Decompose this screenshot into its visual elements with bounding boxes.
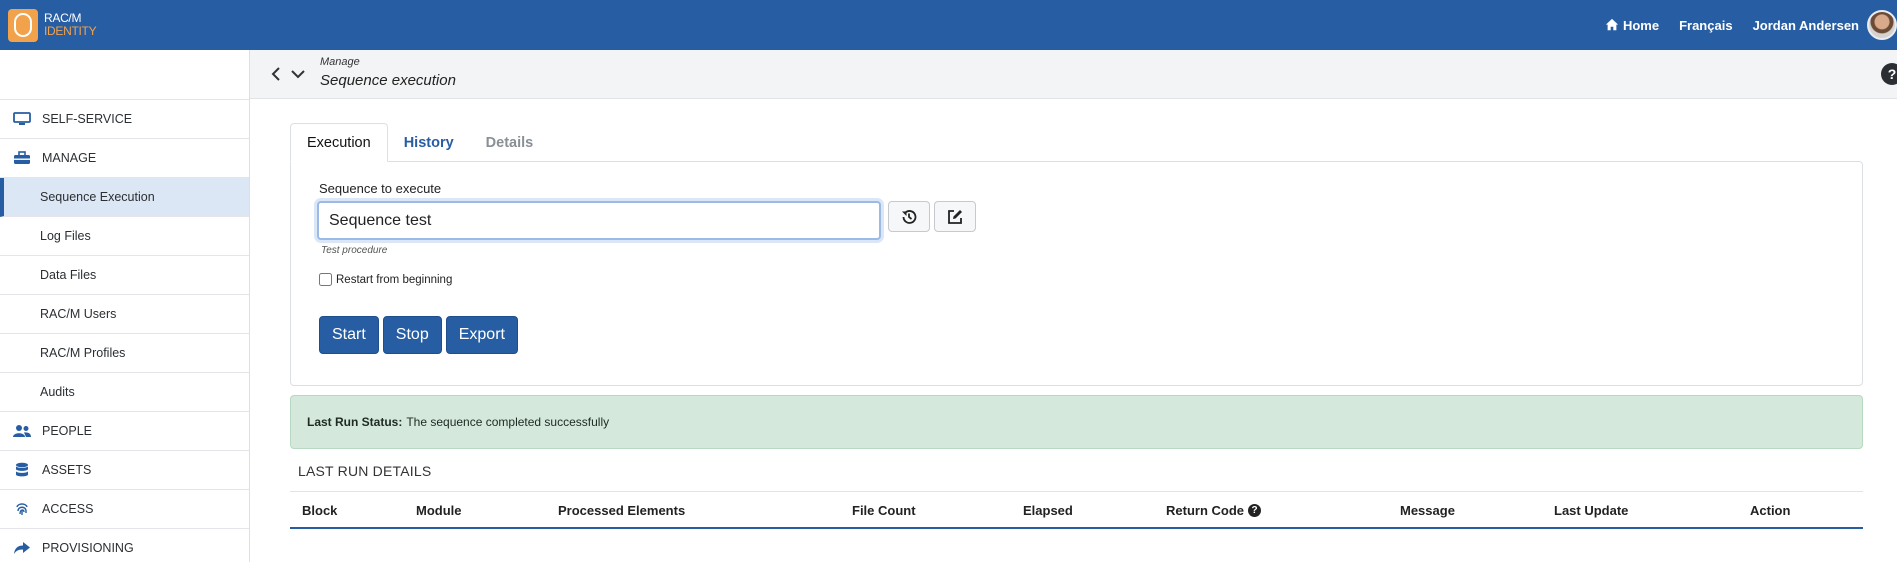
sidebar-item-label: Sequence Execution (40, 190, 155, 204)
page-title: Sequence execution (320, 72, 456, 89)
sidebar-item-label: ASSETS (42, 463, 92, 477)
sequence-input[interactable] (317, 201, 881, 240)
history-icon (902, 209, 917, 224)
sidebar-item-racm-users[interactable]: RAC/M Users (0, 295, 249, 334)
sidebar-item-label: PEOPLE (42, 424, 93, 438)
status-banner: Last Run Status: The sequence completed … (290, 395, 1863, 449)
avatar[interactable] (1867, 10, 1897, 40)
sidebar: SELF-SERVICE MANAGE Sequence Execution L… (0, 50, 250, 562)
table-header: Block Module Processed Elements File Cou… (290, 491, 1863, 529)
tab-execution[interactable]: Execution (290, 123, 388, 162)
back-button[interactable] (268, 66, 284, 82)
sidebar-item-manage[interactable]: MANAGE (0, 139, 249, 178)
sidebar-item-data-files[interactable]: Data Files (0, 256, 249, 295)
status-label: Last Run Status: (307, 415, 403, 429)
edit-icon (948, 209, 962, 224)
sidebar-item-audits[interactable]: Audits (0, 373, 249, 412)
sidebar-item-assets[interactable]: ASSETS (0, 451, 249, 490)
column-header-return-code: Return Code ? (1166, 503, 1261, 518)
history-button[interactable] (888, 201, 930, 232)
sidebar-item-label: SELF-SERVICE (42, 112, 133, 126)
stop-button[interactable]: Stop (382, 316, 442, 354)
toolbox-icon (12, 150, 32, 166)
page-header: Manage Sequence execution ? (250, 50, 1897, 99)
restart-option[interactable]: Restart from beginning (319, 273, 452, 286)
sidebar-item-label: ACCESS (42, 502, 94, 516)
chevron-left-icon (271, 67, 280, 81)
help-icon[interactable]: ? (1881, 63, 1897, 85)
brand-line2: IDENTITY (44, 24, 97, 38)
column-header: Last Update (1554, 503, 1629, 518)
sidebar-item-label: Log Files (40, 229, 91, 243)
home-link[interactable]: Home (1605, 18, 1659, 33)
sidebar-item-label: PROVISIONING (42, 541, 134, 555)
home-icon (1605, 18, 1619, 31)
sidebar-item-self-service[interactable]: SELF-SERVICE (0, 100, 249, 139)
column-header: Block (302, 503, 338, 518)
tab-details: Details (485, 134, 534, 151)
home-label: Home (1622, 17, 1660, 33)
logo-mark (8, 8, 38, 42)
database-icon (12, 462, 32, 478)
sidebar-item-label: RAC/M Users (40, 307, 117, 321)
expand-button[interactable] (290, 66, 306, 82)
tab-bar: Execution History Details (290, 123, 549, 162)
sequence-hint: Test procedure (321, 245, 388, 256)
column-header: Message (1400, 503, 1455, 518)
tab-history[interactable]: History (388, 123, 470, 162)
sidebar-item-label: Data Files (40, 268, 97, 282)
language-link[interactable]: Français (1679, 18, 1732, 33)
question-icon[interactable]: ? (1248, 504, 1261, 517)
column-header: File Count (852, 503, 916, 518)
sidebar-item-sequence-execution[interactable]: Sequence Execution (0, 178, 249, 217)
sidebar-item-label: RAC/M Profiles (40, 346, 126, 360)
sidebar-item-people[interactable]: PEOPLE (0, 412, 249, 451)
people-icon (12, 423, 32, 439)
brand-logo[interactable]: RAC/M IDENTITY (8, 8, 97, 42)
status-text: The sequence completed successfully (406, 415, 610, 429)
start-button[interactable]: Start (319, 316, 379, 354)
sidebar-item-log-files[interactable]: Log Files (0, 217, 249, 256)
fingerprint-icon (12, 501, 32, 517)
chevron-down-icon (291, 70, 305, 79)
user-name[interactable]: Jordan Andersen (1753, 18, 1859, 33)
last-run-details-title: LAST RUN DETAILS (298, 463, 432, 479)
sidebar-item-racm-profiles[interactable]: RAC/M Profiles (0, 334, 249, 373)
restart-checkbox[interactable] (319, 273, 332, 286)
sidebar-item-label: MANAGE (42, 151, 97, 165)
breadcrumb-parent[interactable]: Manage (320, 56, 456, 68)
sequence-label: Sequence to execute (319, 181, 442, 196)
sidebar-header-spacer (0, 50, 249, 100)
sidebar-item-label: Audits (40, 385, 75, 399)
export-button[interactable]: Export (445, 316, 518, 354)
top-bar: RAC/M IDENTITY Home Français Jordan Ande… (0, 0, 1897, 50)
sidebar-item-provisioning[interactable]: PROVISIONING (0, 529, 249, 562)
sidebar-item-access[interactable]: ACCESS (0, 490, 249, 529)
execution-panel: Sequence to execute Test procedure Resta… (290, 161, 1863, 386)
column-header: Action (1750, 503, 1791, 518)
edit-button[interactable] (934, 201, 976, 232)
main-content: Execution History Details Sequence to ex… (250, 99, 1897, 562)
monitor-icon (12, 111, 32, 127)
restart-label: Restart from beginning (336, 273, 453, 286)
column-header: Return Code (1166, 503, 1244, 518)
column-header: Processed Elements (558, 503, 686, 518)
share-icon (12, 540, 32, 556)
column-header: Elapsed (1023, 503, 1073, 518)
breadcrumb: Manage Sequence execution (320, 56, 456, 89)
column-header: Module (416, 503, 462, 518)
